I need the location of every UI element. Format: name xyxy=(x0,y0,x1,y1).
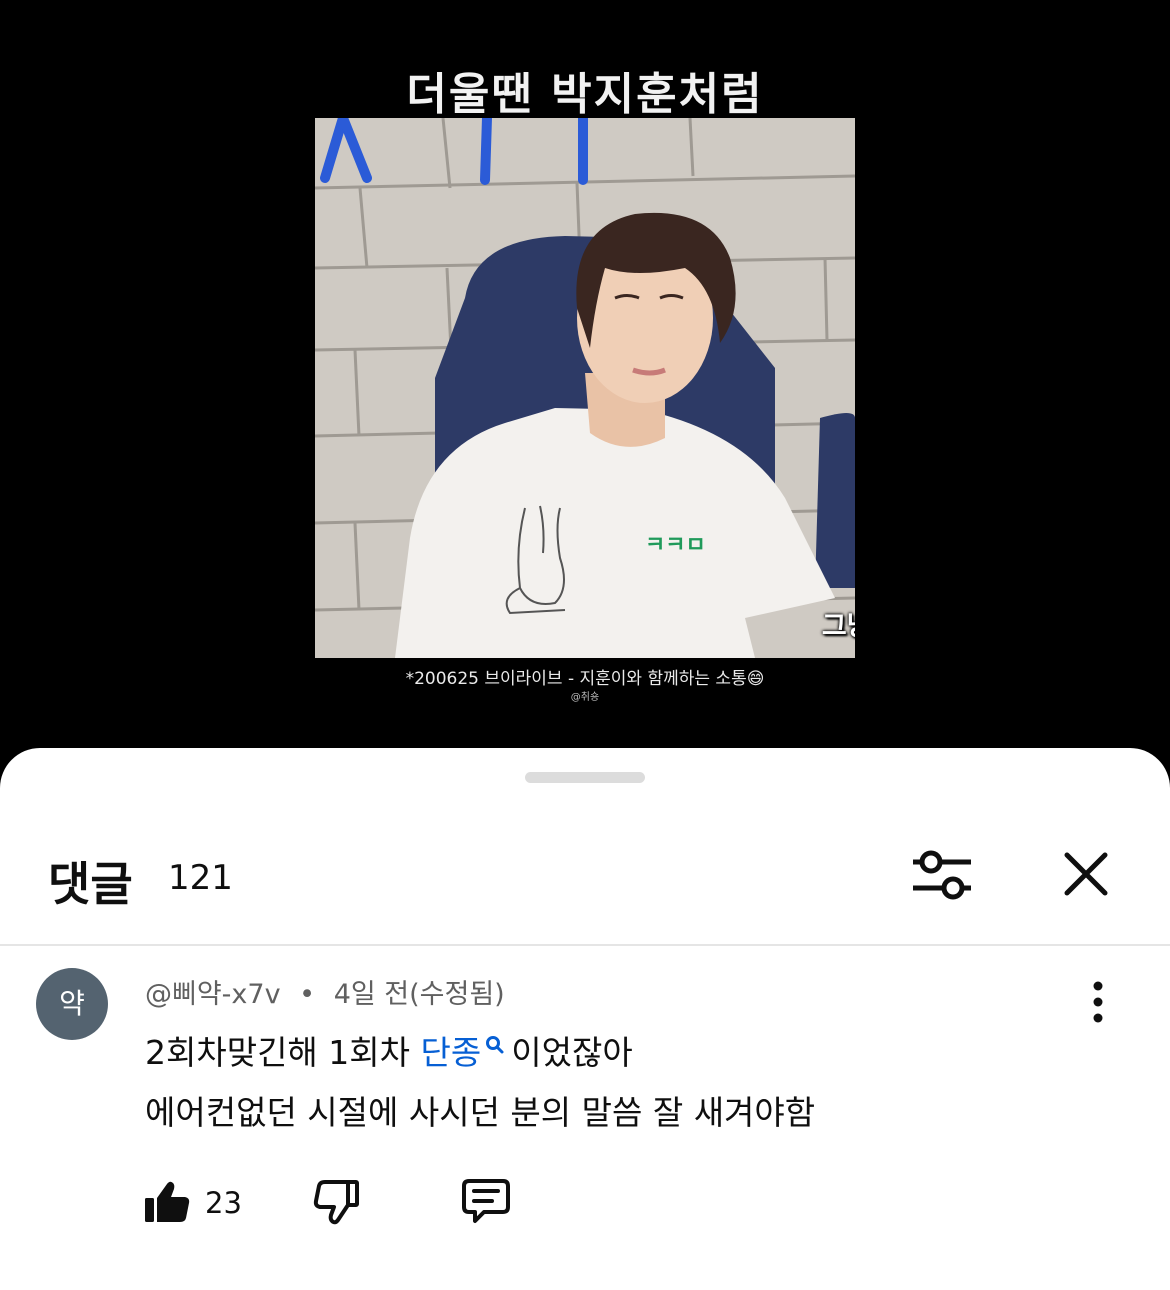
dislike-button[interactable] xyxy=(310,1176,362,1228)
comment-text-after-link: 이었잖아 xyxy=(511,1033,633,1072)
meta-separator: • xyxy=(299,979,316,1010)
comment-time: 4일 전(수정됨) xyxy=(333,979,505,1010)
video-frame[interactable]: ㅋㅋㅁ 그냥 가만~히 xyxy=(315,118,855,658)
drag-handle[interactable] xyxy=(525,772,645,783)
close-button[interactable] xyxy=(1052,838,1120,912)
comment-text-line-2: 에어컨없던 시절에 사시던 분의 말씀 잘 새겨야함 xyxy=(145,1093,816,1132)
comment-text-before-link: 2회차맞긴해 1회차 xyxy=(145,1033,421,1072)
comment-item: 약 @삐약-x7v • 4일 전(수정됨) 2회차맞긴해 1회차 단종 이었잖아 … xyxy=(0,962,1170,1262)
comments-count: 121 xyxy=(168,858,233,898)
search-icon[interactable] xyxy=(485,1026,505,1065)
like-button[interactable] xyxy=(142,1176,194,1228)
thumbs-up-icon xyxy=(145,1181,190,1222)
comment-more-button[interactable] xyxy=(1080,980,1116,1024)
comment-author[interactable]: @삐약-x7v xyxy=(145,979,281,1010)
sliders-icon xyxy=(913,850,971,900)
video-credit: @취숑 xyxy=(570,692,600,703)
comments-header: 댓글 121 xyxy=(0,838,1170,918)
like-count: 23 xyxy=(205,1186,242,1220)
svg-text:ㅋㅋㅁ: ㅋㅋㅁ xyxy=(645,533,706,558)
reply-button[interactable] xyxy=(458,1176,514,1228)
thumbs-down-icon xyxy=(313,1180,359,1225)
avatar[interactable]: 약 xyxy=(36,968,108,1040)
video-title-overlay: 더울땐 박지훈처럼 xyxy=(406,69,764,120)
reply-comment-icon xyxy=(462,1179,510,1223)
video-frame-image: ㅋㅋㅁ xyxy=(315,118,855,658)
comment-text-line-1: 2회차맞긴해 1회차 단종 이었잖아 xyxy=(145,1026,633,1074)
comment-actions: 23 xyxy=(0,1176,1170,1256)
video-caption: *200625 브이라이브 - 지훈이와 함께하는 소통😄 xyxy=(405,669,765,689)
comments-sheet: 댓글 121 약 @삐약-x7v • 4일 전(수정됨) 2회차맞긴해 1회차 … xyxy=(0,748,1170,1290)
comment-search-link[interactable]: 단종 xyxy=(421,1033,482,1072)
video-player[interactable]: 더울땐 박지훈처럼 ㅋㅋㅁ 그 *200625 브이라이브 - 지훈이와 함께하… xyxy=(0,0,1170,760)
comments-title: 댓글 xyxy=(48,857,133,911)
close-icon xyxy=(1064,852,1108,896)
header-divider xyxy=(0,944,1170,946)
more-vert-icon xyxy=(1093,981,1103,1023)
video-subtitle: 그냥 가만~히 xyxy=(821,611,855,642)
sort-filter-button[interactable] xyxy=(905,838,979,912)
comment-meta: @삐약-x7v • 4일 전(수정됨) xyxy=(145,972,505,1011)
